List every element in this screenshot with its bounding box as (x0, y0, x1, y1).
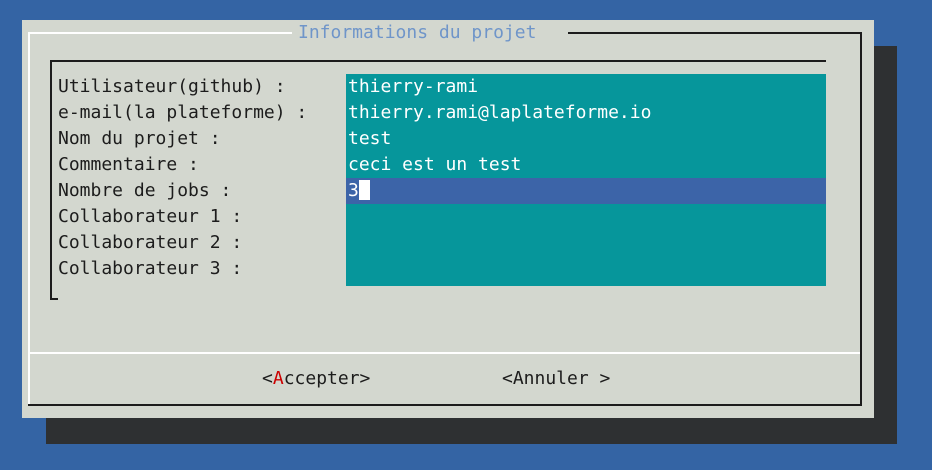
button-divider (30, 352, 860, 354)
frame-left (28, 32, 30, 406)
nombre-jobs-value: 3 (348, 180, 359, 201)
frame-top-right (568, 32, 860, 34)
label-collaborateur-1: Collaborateur 1 : (58, 206, 243, 227)
form-frame-bottom-tick (50, 298, 58, 300)
utilisateur-github-input[interactable]: thierry-rami (346, 74, 826, 100)
accepter-button[interactable]: <Accepter> (262, 366, 370, 392)
form-frame-top (50, 60, 826, 62)
collaborateur-1-input[interactable] (346, 204, 826, 230)
annuler-button[interactable]: <Annuler > (502, 366, 610, 392)
email-input[interactable]: thierry.rami@laplateforme.io (346, 100, 826, 126)
label-nom-projet: Nom du projet : (58, 128, 221, 149)
collaborateur-2-input[interactable] (346, 230, 826, 256)
accepter-hotkey: A (272, 368, 284, 389)
project-info-dialog: Informations du projet Utilisateur(githu… (22, 20, 874, 418)
frame-bottom (28, 404, 862, 406)
frame-right (860, 32, 862, 406)
accepter-rest: ccepter> (283, 368, 371, 389)
label-commentaire: Commentaire : (58, 154, 199, 175)
nom-projet-input[interactable]: test (346, 126, 826, 152)
form-frame-left (50, 60, 52, 300)
label-utilisateur: Utilisateur(github) : (58, 76, 286, 97)
frame-top-left (28, 32, 292, 34)
label-email: e-mail(la plateforme) : (58, 102, 308, 123)
accepter-open: < (262, 368, 273, 389)
label-collaborateur-3: Collaborateur 3 : (58, 258, 243, 279)
label-collaborateur-2: Collaborateur 2 : (58, 232, 243, 253)
nombre-jobs-input[interactable]: 3 (346, 178, 826, 204)
label-nombre-jobs: Nombre de jobs : (58, 180, 232, 201)
collaborateur-3-input[interactable] (346, 256, 826, 282)
dialog-title: Informations du projet (294, 22, 541, 44)
text-cursor (358, 179, 370, 200)
commentaire-input[interactable]: ceci est un test (346, 152, 826, 178)
